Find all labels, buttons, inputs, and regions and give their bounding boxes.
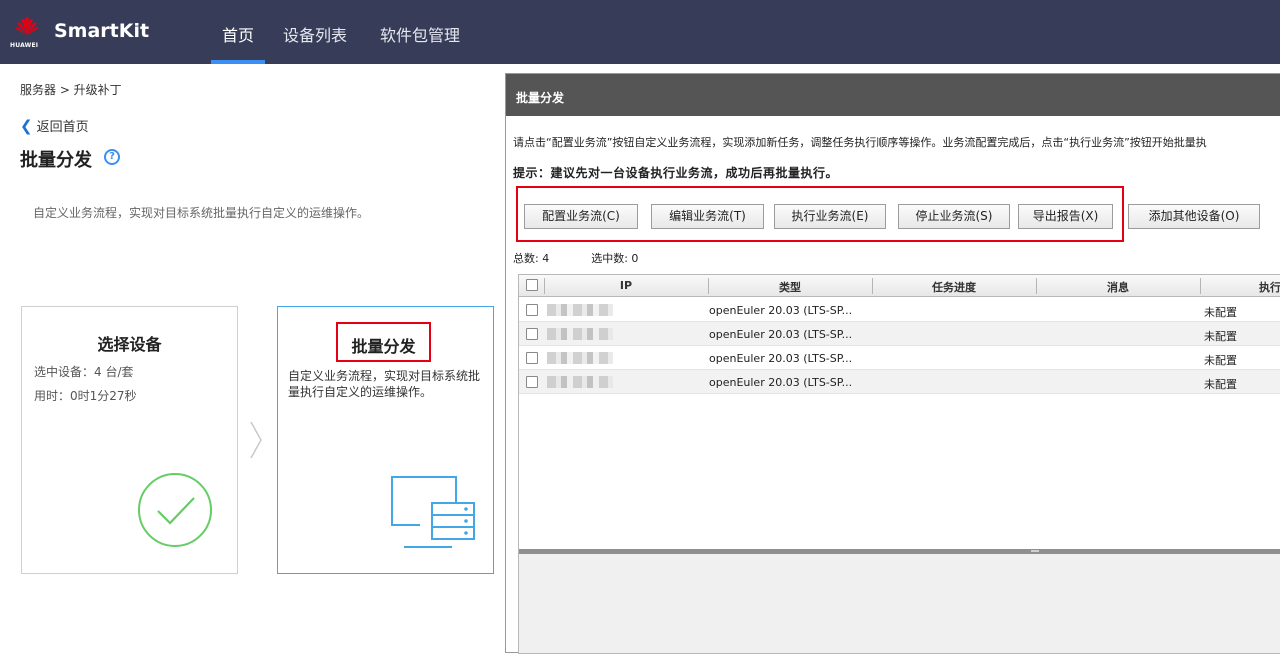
dialog-tip: 提示：建议先对一台设备执行业务流，成功后再批量执行。	[513, 166, 839, 180]
ip-redacted	[547, 328, 613, 340]
detail-pane	[519, 554, 1280, 653]
step-card-select-device[interactable]: 选择设备 选中设备：4 台/套 用时：0时1分27秒	[21, 306, 238, 574]
nav-device-list[interactable]: 设备列表	[283, 22, 347, 46]
step-card-batch-distribute[interactable]: 批量分发 自定义业务流程，实现对目标系统批量执行自定义的运维操作。	[277, 306, 494, 574]
table-row[interactable]: openEuler 20.03 (LTS-SP... 未配置	[519, 298, 1280, 322]
back-home-link[interactable]: ❮ 返回首页	[20, 116, 89, 135]
row-checkbox[interactable]	[526, 328, 538, 340]
column-message[interactable]: 消息	[1036, 279, 1200, 295]
table-counts: 总数: 4 选中数: 0	[513, 250, 680, 266]
table-row[interactable]: openEuler 20.03 (LTS-SP... 未配置	[519, 322, 1280, 346]
column-ip[interactable]: IP	[544, 279, 708, 292]
configure-workflow-button[interactable]: 配置业务流(C)	[524, 204, 638, 229]
cell-type: openEuler 20.03 (LTS-SP...	[709, 304, 853, 317]
huawei-petal-icon	[15, 16, 39, 35]
batch-distribute-dialog: 批量分发 请点击“配置业务流”按钮自定义业务流程，实现添加新任务，调整任务执行顺…	[505, 73, 1280, 654]
dialog-header[interactable]: 批量分发	[506, 74, 1280, 116]
dialog-instructions: 请点击“配置业务流”按钮自定义业务流程，实现添加新任务，调整任务执行顺序等操作。…	[513, 136, 1207, 149]
selected-device-count: 选中设备：4 台/套	[34, 365, 134, 379]
nav-package-management[interactable]: 软件包管理	[380, 22, 460, 46]
server-monitor-icon	[391, 476, 475, 548]
back-home-label: 返回首页	[36, 120, 89, 135]
chevron-left-icon: ❮	[20, 117, 33, 135]
row-checkbox[interactable]	[526, 376, 538, 388]
stop-workflow-button[interactable]: 停止业务流(S)	[898, 204, 1010, 229]
select-all-checkbox[interactable]	[526, 279, 538, 291]
cell-execute-status: 未配置	[1204, 330, 1237, 343]
table-header: IP 类型 任务进度 消息 执行	[519, 275, 1280, 297]
ip-redacted	[547, 304, 613, 316]
table-row[interactable]: openEuler 20.03 (LTS-SP... 未配置	[519, 346, 1280, 370]
top-navigation-bar: HUAWEI SmartKit 首页 设备列表 软件包管理	[0, 0, 1280, 64]
step-title-batch-distribute: 批量分发	[351, 337, 416, 356]
edit-workflow-button[interactable]: 编辑业务流(T)	[651, 204, 764, 229]
app-name: SmartKit	[54, 20, 150, 42]
breadcrumb: 服务器 > 升级补丁	[20, 83, 122, 97]
column-execute[interactable]: 执行	[1259, 279, 1280, 295]
page-description: 自定义业务流程，实现对目标系统批量执行自定义的运维操作。	[33, 206, 370, 220]
cell-type: openEuler 20.03 (LTS-SP...	[709, 376, 853, 389]
help-icon[interactable]: ?	[104, 149, 120, 165]
device-table: IP 类型 任务进度 消息 执行 openEuler 20.03 (LTS-SP…	[518, 274, 1280, 654]
logo-wordmark: HUAWEI	[10, 42, 39, 49]
table-row[interactable]: openEuler 20.03 (LTS-SP... 未配置	[519, 370, 1280, 394]
column-type[interactable]: 类型	[708, 279, 872, 295]
step-title-highlight: 批量分发	[336, 322, 431, 362]
ip-redacted	[547, 352, 613, 364]
cell-execute-status: 未配置	[1204, 354, 1237, 367]
cell-type: openEuler 20.03 (LTS-SP...	[709, 328, 853, 341]
total-count: 总数: 4	[513, 252, 550, 265]
dialog-title: 批量分发	[516, 91, 565, 105]
row-checkbox[interactable]	[526, 304, 538, 316]
export-report-button[interactable]: 导出报告(X)	[1018, 204, 1113, 229]
cell-execute-status: 未配置	[1204, 306, 1237, 319]
selected-count: 选中数: 0	[591, 252, 639, 265]
check-circle-icon	[138, 473, 212, 547]
execute-workflow-button[interactable]: 执行业务流(E)	[774, 204, 886, 229]
column-task-progress[interactable]: 任务进度	[872, 279, 1036, 295]
add-other-devices-button[interactable]: 添加其他设备(O)	[1128, 204, 1260, 229]
nav-active-indicator	[211, 60, 265, 64]
page-title: 批量分发	[20, 150, 92, 171]
elapsed-time: 用时：0时1分27秒	[34, 389, 137, 403]
step-description: 自定义业务流程，实现对目标系统批量执行自定义的运维操作。	[288, 369, 481, 399]
nav-home[interactable]: 首页	[222, 22, 254, 46]
cell-type: openEuler 20.03 (LTS-SP...	[709, 352, 853, 365]
step-arrow-icon	[250, 421, 262, 459]
ip-redacted	[547, 376, 613, 388]
step-title-select-device: 选择设备	[97, 335, 162, 354]
cell-execute-status: 未配置	[1204, 378, 1237, 391]
row-checkbox[interactable]	[526, 352, 538, 364]
huawei-logo[interactable]: HUAWEI	[10, 14, 44, 52]
column-separator	[1200, 278, 1201, 294]
splitter-grip-icon	[1031, 550, 1039, 552]
